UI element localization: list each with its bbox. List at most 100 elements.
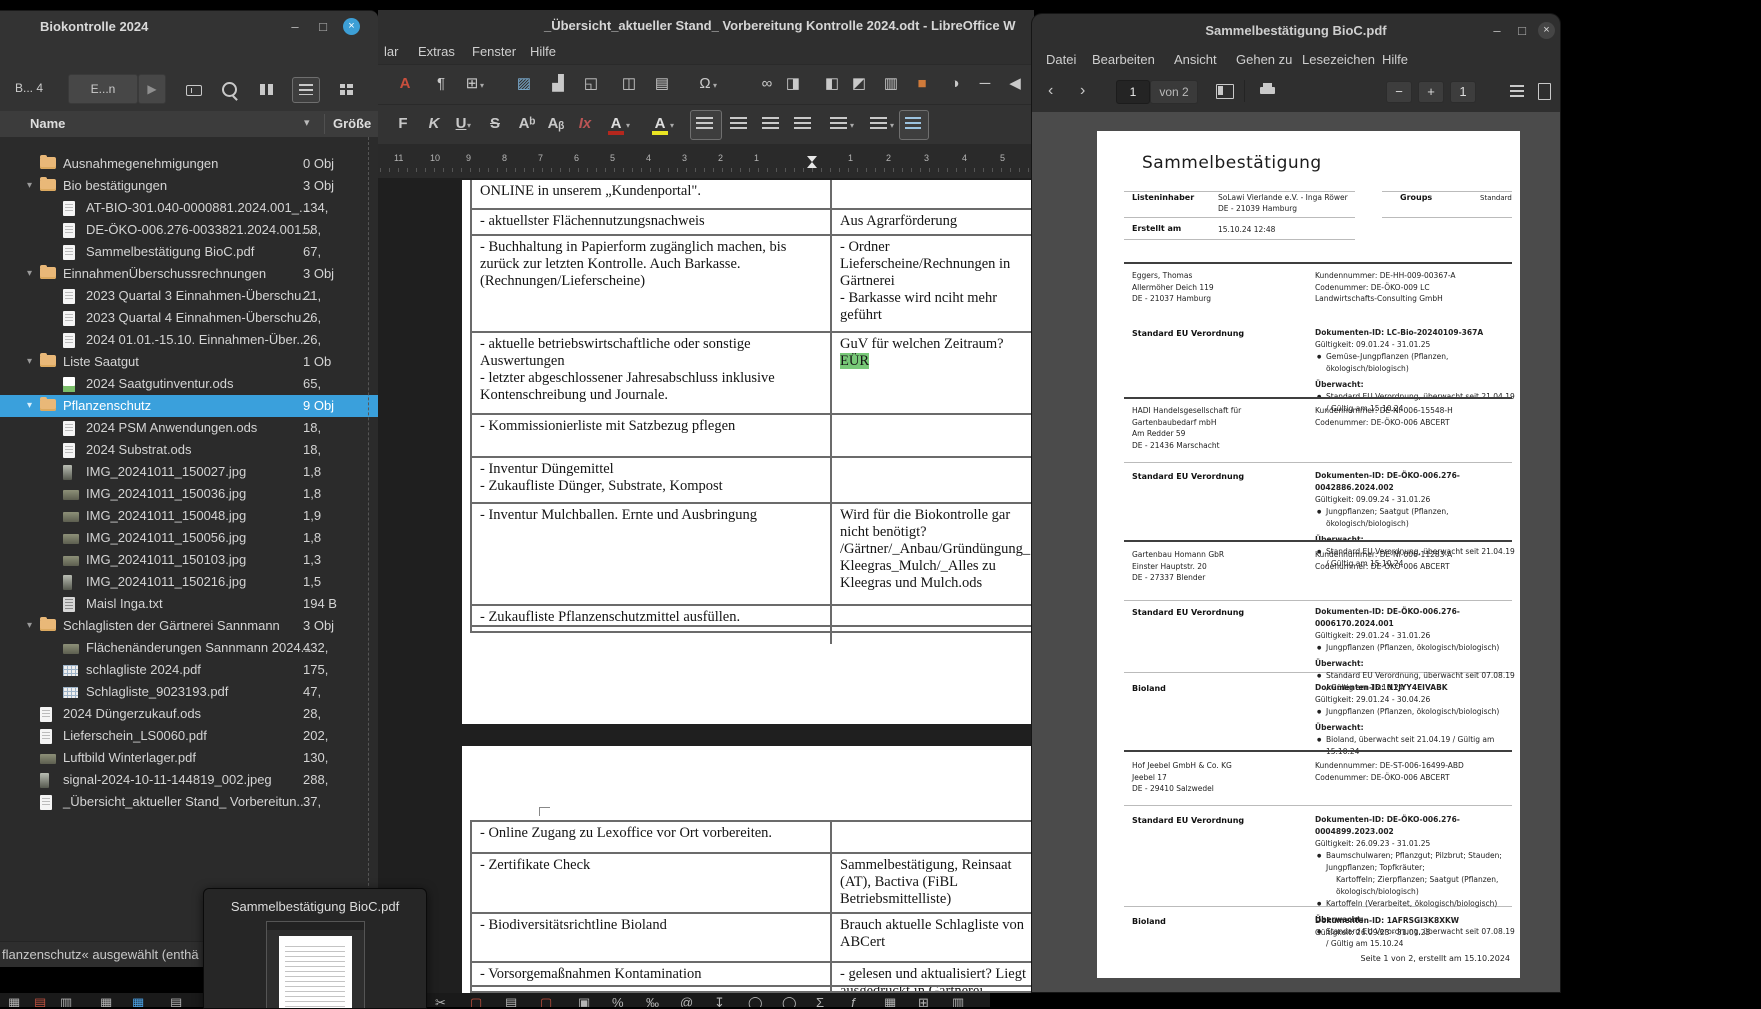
table-cell-right[interactable] <box>830 180 1034 211</box>
horizontal-line-icon[interactable]: ─ <box>975 73 995 95</box>
file-row[interactable]: Luftbild Winterlager.pdf130, <box>0 747 378 769</box>
menu-item[interactable]: Hilfe <box>1382 52 1408 67</box>
close-icon[interactable]: × <box>343 18 360 35</box>
text-frame-icon[interactable]: ◱ <box>581 73 601 95</box>
italic-button[interactable]: K <box>424 113 444 135</box>
document-page-2[interactable]: - Online Zugang zu Lexoffice vor Ort vor… <box>462 746 1034 993</box>
bottom-toolbar-icon[interactable]: ƒ <box>850 995 857 1007</box>
column-header-size[interactable]: Größe <box>333 116 371 131</box>
taskbar-grid-icon[interactable]: ▤ <box>170 995 182 1007</box>
table-cell-right[interactable] <box>830 458 1034 505</box>
expander-icon[interactable]: ▾ <box>27 351 32 373</box>
page-break-icon[interactable]: ◫ <box>619 73 639 95</box>
menu-item[interactable]: Bearbeiten <box>1092 52 1155 67</box>
menu-item[interactable]: Gehen zu <box>1236 52 1292 67</box>
bold-button[interactable]: F <box>393 113 413 135</box>
align-right-icon[interactable] <box>762 117 779 130</box>
file-row[interactable]: ▾EinnahmenÜberschussrechnungen3 Obj <box>0 263 378 285</box>
special-character-icon[interactable]: Ω <box>695 73 715 95</box>
dropdown-arrow-icon[interactable]: ▾ <box>480 81 484 90</box>
strikethrough-button[interactable]: S <box>485 113 505 135</box>
file-row[interactable]: 2024 Substrat.ods18, <box>0 439 378 461</box>
file-row[interactable]: signal-2024-10-11-144819_002.jpeg288, <box>0 769 378 791</box>
align-left-icon[interactable] <box>696 117 713 130</box>
clear-formatting-button[interactable]: Ix <box>575 113 595 135</box>
table-cell-right[interactable]: Aus Agrarförderung <box>830 210 1034 237</box>
zoom-in-button[interactable]: + <box>1418 81 1444 103</box>
file-row[interactable]: ▾Liste Saatgut1 Ob <box>0 351 378 373</box>
file-row[interactable]: IMG_20241011_150027.jpg1,8 <box>0 461 378 483</box>
subscript-button[interactable]: Aᵦ <box>546 113 566 135</box>
table-cell-left[interactable]: - Online Zugang zu Lexoffice vor Ort vor… <box>480 822 816 855</box>
previous-page-icon[interactable]: ‹ <box>1048 82 1053 100</box>
file-row[interactable]: 2023 Quartal 3 Einnahmen-Überschu...21, <box>0 285 378 307</box>
file-row[interactable]: IMG_20241011_150048.jpg1,9 <box>0 505 378 527</box>
search-icon[interactable] <box>222 82 237 97</box>
table-cell-right[interactable]: - OrdnerLieferscheine/Rechnungen inGärtn… <box>830 236 1034 334</box>
menu-item[interactable]: Extras <box>418 44 455 59</box>
bottom-toolbar-icon[interactable]: ▣ <box>578 995 590 1007</box>
taskbar-grid-icon[interactable]: ▦ <box>8 995 20 1007</box>
file-row[interactable]: _Übersicht_aktueller Stand_ Vorbereitun.… <box>0 791 378 813</box>
dropdown-arrow-icon[interactable]: ▾ <box>713 81 717 90</box>
file-row[interactable]: 2024 01.01.-15.10. Einnahmen-Über...26, <box>0 329 378 351</box>
file-row[interactable]: IMG_20241011_150216.jpg1,5 <box>0 571 378 593</box>
footnote-icon[interactable]: ◨ <box>783 73 803 95</box>
table-cell-left[interactable]: - aktuelle betriebswirtschaftliche oder … <box>480 333 816 416</box>
bottom-toolbar-icon[interactable]: @ <box>680 995 693 1007</box>
minimize-icon[interactable]: – <box>1487 22 1507 40</box>
location-entry-icon[interactable] <box>186 85 202 96</box>
table-cell-right[interactable]: Wird für die Biokontrolle garnicht benöt… <box>830 504 1034 607</box>
bottom-toolbar-icon[interactable]: ▢ <box>540 995 552 1007</box>
writer-titlebar[interactable]: _Übersicht_aktueller Stand_ Vorbereitung… <box>378 10 1034 40</box>
table-divider-marker-icon[interactable] <box>807 162 817 168</box>
bottom-toolbar-icon[interactable]: ◯ <box>748 995 763 1007</box>
file-row[interactable]: Sammelbestätigung BioC.pdf67, <box>0 241 378 263</box>
bottom-toolbar-icon[interactable]: ▥ <box>952 995 964 1007</box>
column-divider[interactable] <box>324 114 325 134</box>
bottom-toolbar-icon[interactable]: ↧ <box>714 995 725 1007</box>
maximize-icon[interactable]: □ <box>313 18 333 36</box>
page-number-input[interactable]: 1 <box>1116 80 1150 104</box>
table-cell-right[interactable] <box>830 822 1034 855</box>
next-page-icon[interactable]: › <box>1080 82 1085 100</box>
column-header-name[interactable]: Name <box>30 116 65 131</box>
bottom-toolbar-icon[interactable]: ▤ <box>505 995 517 1007</box>
formatting-marks-toggle-icon[interactable] <box>905 117 921 130</box>
file-row[interactable]: DE-ÖKO-006.276-0033821.2024.001...58, <box>0 219 378 241</box>
menu-item[interactable]: Datei <box>1046 52 1076 67</box>
single-page-view-icon[interactable] <box>1538 83 1551 100</box>
file-row[interactable]: 2024 Saatgutinventur.ods65, <box>0 373 378 395</box>
table-cell-right[interactable]: Sammelbestätigung, Reinsaat(AT), Bactiva… <box>830 854 1034 915</box>
expander-icon[interactable]: ▾ <box>27 395 32 417</box>
dropdown-arrow-icon[interactable]: ▾ <box>890 121 894 130</box>
table-cell-left[interactable]: - Buchhaltung in Papierform zugänglich m… <box>480 236 816 334</box>
menu-item[interactable]: Lesezeichen <box>1302 52 1375 67</box>
print-icon[interactable] <box>1260 87 1275 94</box>
navigate-icon[interactable]: ◀ <box>1005 73 1025 95</box>
window-preview-popup[interactable]: Sammelbestätigung BioC.pdf <box>203 888 427 1009</box>
table-cell-left[interactable]: - Zertifikate Check <box>480 854 816 915</box>
table-cell-left[interactable]: - Inventur Düngemittel- Zukaufliste Düng… <box>480 458 816 505</box>
bottom-toolbar-icon[interactable]: ‰ <box>646 995 659 1007</box>
file-row[interactable]: 2024 PSM Anwendungen.ods18, <box>0 417 378 439</box>
superscript-button[interactable]: Aᵇ <box>517 113 537 135</box>
expander-icon[interactable]: ▾ <box>27 615 32 637</box>
table-cell-left[interactable]: - aktuellster Flächennutzungsnachweis <box>480 210 816 237</box>
file-row[interactable]: IMG_20241011_150036.jpg1,8 <box>0 483 378 505</box>
file-row[interactable]: AT-BIO-301.040-0000881.2024.001_...134, <box>0 197 378 219</box>
numbered-list-icon[interactable] <box>870 117 887 130</box>
maximize-icon[interactable]: □ <box>1512 22 1532 40</box>
file-row[interactable]: Flächenänderungen Sannmann 2024....432, <box>0 637 378 659</box>
cross-reference-icon[interactable]: ▥ <box>881 73 901 95</box>
dropdown-arrow-icon[interactable]: ▾ <box>626 121 630 130</box>
bookmark-icon[interactable]: ◩ <box>849 73 869 95</box>
file-row[interactable]: Lieferschein_LS0060.pdf202, <box>0 725 378 747</box>
endnote-icon[interactable]: ◧ <box>822 73 842 95</box>
list-view-button[interactable] <box>292 77 320 103</box>
sidebar-toggle-icon[interactable] <box>1216 84 1234 99</box>
insert-image-icon[interactable]: ▨ <box>514 73 534 95</box>
file-row[interactable]: ▾Pflanzenschutz9 Obj <box>0 395 378 417</box>
menu-item[interactable]: lar <box>384 44 398 59</box>
bottom-toolbar-icon[interactable]: ◯ <box>782 995 797 1007</box>
